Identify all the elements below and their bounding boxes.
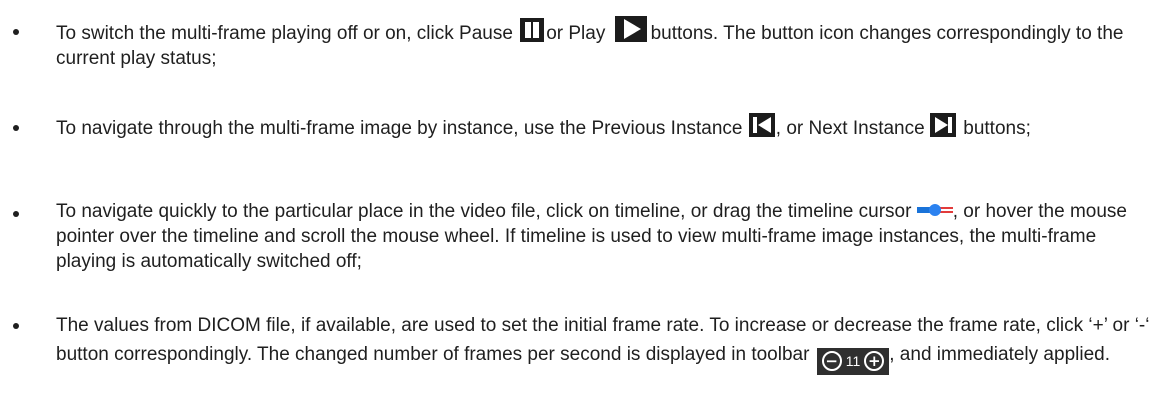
text-segment: or Play [546, 23, 606, 44]
text-segment: To navigate quickly to the particular pl… [56, 201, 912, 222]
next-instance-icon [929, 113, 956, 137]
pause-icon [520, 18, 545, 42]
text-segment: , and immediately applied. [889, 344, 1110, 365]
bullet-dot [13, 323, 19, 329]
timeline-knob [928, 204, 941, 216]
frame-rate-value: 11 [845, 352, 861, 369]
text-segment: buttons; [963, 118, 1031, 139]
frame-rate-toolbar: −11 + [816, 347, 890, 375]
increase-frame-rate-icon: + [864, 351, 885, 371]
item-text: The values from DICOM file, if available… [56, 311, 1155, 375]
bullet-dot [13, 125, 19, 131]
item-text: To switch the multi-frame playing off or… [56, 16, 1155, 71]
bullet-dot [13, 29, 19, 35]
decrease-frame-rate-icon: − [821, 351, 842, 371]
previous-instance-icon [748, 113, 775, 137]
text-segment: , or Next Instance [775, 118, 925, 139]
timeline-cursor-icon [916, 204, 953, 216]
item-text: To navigate through the multi-frame imag… [56, 113, 1155, 141]
bullet-dot [13, 211, 19, 217]
text-segment: To navigate through the multi-frame imag… [56, 118, 743, 139]
text-segment: To switch the multi-frame playing off or… [56, 23, 513, 44]
item-text: To navigate quickly to the particular pl… [56, 199, 1155, 274]
play-icon [614, 16, 647, 42]
